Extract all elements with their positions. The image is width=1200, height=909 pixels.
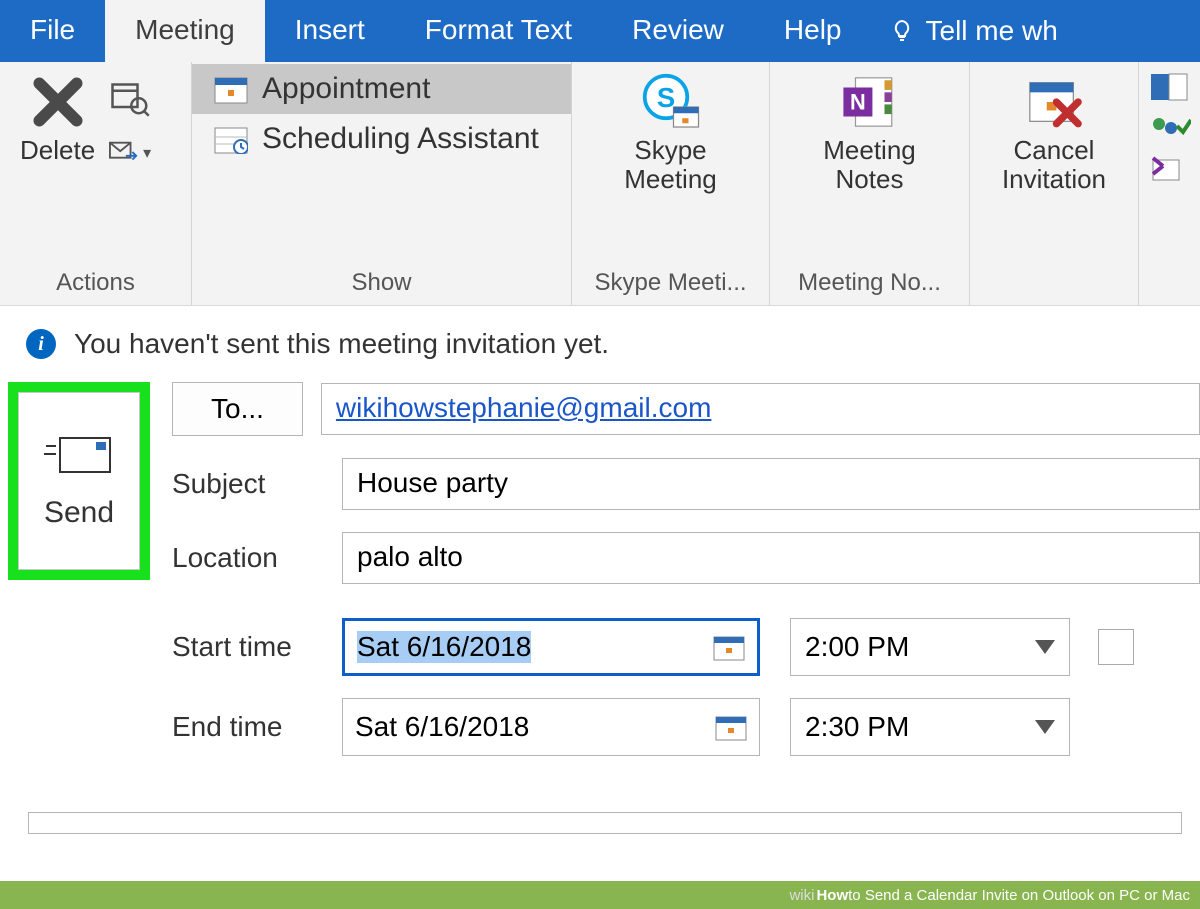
wikihow-watermark: wikiHow to Send a Calendar Invite on Out… [0,881,1200,909]
message-body-field[interactable] [28,812,1182,834]
start-time-label: Start time [172,631,342,663]
start-time-value: 2:00 PM [805,631,909,663]
skype-line2: Meeting [624,164,717,194]
info-bar: i You haven't sent this meeting invitati… [0,306,1200,382]
end-time-picker[interactable]: 2:30 PM [790,698,1070,756]
address-book-icon[interactable] [1149,72,1191,102]
check-names-icon[interactable] [1149,114,1191,144]
skype-line1: Skype [634,135,706,165]
footer-rest: to Send a Calendar Invite on Outlook on … [848,887,1190,904]
group-notes-label: Meeting No... [770,259,969,305]
ribbon: Delete ▾ Actions Appointment [0,62,1200,306]
forward-mail-icon[interactable]: ▾ [109,132,151,174]
cancel-invitation-button[interactable]: CancelInvitation [992,68,1116,197]
tell-me[interactable]: Tell me wh [872,0,1076,62]
send-highlight: Send [8,382,150,580]
footer-how: How [816,887,848,904]
tab-meeting[interactable]: Meeting [105,0,265,62]
subject-label: Subject [172,468,342,500]
delete-x-icon [28,72,88,132]
calendar-picker-icon[interactable] [715,713,747,741]
subject-field[interactable]: House party [342,458,1200,510]
start-time-picker[interactable]: 2:00 PM [790,618,1070,676]
onenote-icon: N [840,72,900,132]
to-field[interactable]: wikihowstephanie@gmail.com [321,383,1200,435]
skype-meeting-button[interactable]: S SkypeMeeting [614,68,727,197]
calendar-search-icon[interactable] [109,76,151,118]
svg-text:S: S [656,82,674,113]
group-skype-label: Skype Meeti... [572,259,769,305]
delete-label: Delete [20,136,95,165]
cancel-line1: Cancel [1014,135,1095,165]
tell-me-label: Tell me wh [926,15,1058,47]
lightbulb-icon [890,19,914,43]
group-actions-label: Actions [0,259,191,305]
start-date-picker[interactable]: Sat 6/16/2018 [342,618,760,676]
send-label: Send [44,496,114,530]
group-cancel-label [970,259,1138,305]
skype-icon: S [641,72,701,132]
chevron-down-icon [1035,720,1055,734]
info-text: You haven't sent this meeting invitation… [74,328,609,360]
end-time-label: End time [172,711,342,743]
send-envelope-icon [44,432,114,478]
group-show-label: Show [192,259,571,305]
cancel-line2: Invitation [1002,164,1106,194]
info-icon: i [26,329,56,359]
tab-format-text[interactable]: Format Text [395,0,602,62]
delete-button[interactable]: Delete [10,68,105,169]
end-date-picker[interactable]: Sat 6/16/2018 [342,698,760,756]
send-button[interactable]: Send [18,392,140,570]
calendar-picker-icon[interactable] [713,633,745,661]
tab-insert[interactable]: Insert [265,0,395,62]
all-day-checkbox[interactable] [1098,629,1134,665]
response-options-icon[interactable] [1149,156,1191,186]
end-date-value: Sat 6/16/2018 [355,711,529,743]
to-button[interactable]: To... [172,382,303,436]
appointment-view-button[interactable]: Appointment [192,64,571,114]
cancel-calendar-icon [1024,72,1084,132]
to-value: wikihowstephanie@gmail.com [336,392,711,423]
notes-line2: Notes [836,164,904,194]
notes-line1: Meeting [823,135,916,165]
scheduling-icon [214,124,248,154]
appointment-label: Appointment [262,72,430,106]
start-date-value: Sat 6/16/2018 [357,631,531,663]
ribbon-tabs: File Meeting Insert Format Text Review H… [0,0,1200,62]
tab-help[interactable]: Help [754,0,872,62]
chevron-down-icon [1035,640,1055,654]
meeting-notes-button[interactable]: N MeetingNotes [813,68,926,197]
tab-review[interactable]: Review [602,0,754,62]
svg-text:N: N [850,89,866,114]
appointment-icon [214,74,248,104]
scheduling-label: Scheduling Assistant [262,122,539,156]
end-time-value: 2:30 PM [805,711,909,743]
location-field[interactable]: palo alto [342,532,1200,584]
footer-wiki: wiki [789,887,814,904]
tab-file[interactable]: File [0,0,105,62]
location-label: Location [172,542,342,574]
scheduling-assistant-button[interactable]: Scheduling Assistant [192,114,571,164]
